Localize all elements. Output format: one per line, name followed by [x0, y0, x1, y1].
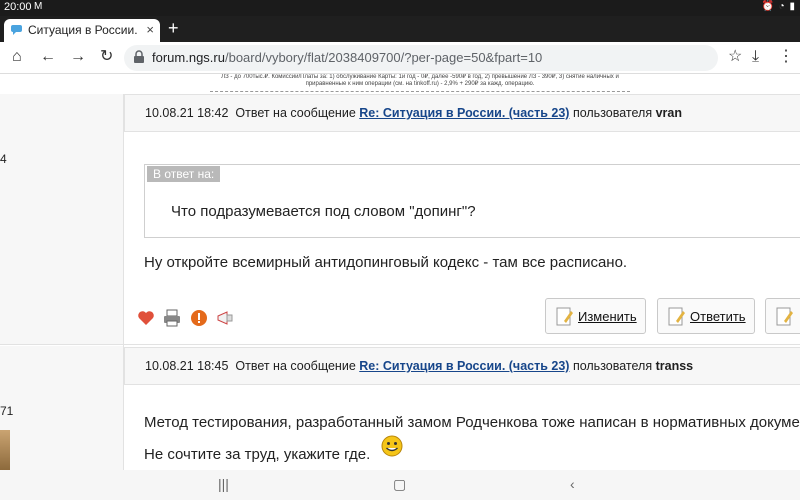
quote-pencil-icon	[776, 307, 793, 326]
quote-label: В ответ на:	[147, 166, 221, 182]
post-action-icons	[136, 308, 237, 330]
back-nav-icon[interactable]: ‹	[570, 476, 575, 492]
lock-icon	[134, 50, 144, 63]
status-icons: ⏰ ◔ ▮	[761, 1, 796, 12]
menu-icon[interactable]: ⋮	[778, 48, 794, 66]
reply-prefix: Ответ на сообщение	[235, 359, 356, 373]
quote-reply-button[interactable]	[765, 298, 800, 334]
close-tab-icon[interactable]: ×	[146, 22, 154, 37]
like-heart-icon[interactable]	[136, 308, 156, 328]
print-icon[interactable]	[162, 308, 182, 328]
thread-link[interactable]: Re: Ситуация в России. (часть 23)	[359, 359, 569, 373]
url-host: forum.ngs.ru	[152, 50, 225, 65]
forward-icon[interactable]: →	[70, 48, 86, 66]
reply-button-label: Ответить	[690, 309, 746, 324]
post-date: 10.08.21 18:45	[145, 359, 229, 373]
new-tab-button[interactable]: +	[168, 18, 179, 39]
user-prefix: пользователя	[572, 359, 653, 373]
url-text: forum.ngs.ru/board/vybory/flat/203840970…	[152, 50, 542, 65]
home-nav-icon[interactable]: ▢	[393, 476, 406, 493]
tab-strip: Ситуация в России. ( × +	[0, 16, 800, 42]
gmail-icon: M	[34, 1, 43, 12]
recent-apps-icon[interactable]: |||	[218, 476, 229, 492]
post-meta: 10.08.21 18:45 Ответ на сообщение Re: Си…	[145, 359, 693, 373]
post-body-line1: Метод тестирования, разработанный замом …	[144, 414, 800, 431]
user-prefix: пользователя	[572, 106, 653, 120]
ad-banner-text: ЛЗ - до 700тыс.₽. Комиссии/Платы за: 1) …	[210, 74, 630, 92]
reply-prefix: Ответ на сообщение	[235, 106, 356, 120]
post-separator	[0, 344, 800, 345]
back-icon[interactable]: ←	[40, 48, 56, 66]
home-icon[interactable]: ⌂	[12, 48, 22, 66]
post-body: Ну откройте всемирный антидопинговый код…	[144, 254, 628, 271]
page-content: ЛЗ - до 700тыс.₽. Комиссии/Платы за: 1) …	[0, 74, 800, 470]
author-post-count: 4	[0, 152, 7, 166]
username[interactable]: transs	[656, 359, 694, 373]
username[interactable]: vran	[656, 106, 682, 120]
reply-button[interactable]: Ответить	[657, 298, 755, 334]
edit-button[interactable]: Изменить	[545, 298, 646, 334]
post-body-line2: Не сочтите за труд, укажите где.	[144, 446, 371, 463]
edit-button-label: Изменить	[578, 309, 637, 324]
edit-pencil-icon	[556, 307, 573, 326]
tab-forum[interactable]: Ситуация в России. ( ×	[4, 19, 160, 42]
megaphone-icon[interactable]	[215, 308, 235, 328]
bookmark-star-icon[interactable]: ☆	[728, 48, 742, 66]
report-warning-icon[interactable]	[189, 308, 209, 328]
quote-block: В ответ на: Что подразумевается под слов…	[144, 164, 800, 238]
forum-favicon-icon	[11, 25, 22, 35]
thread-link[interactable]: Re: Ситуация в России. (часть 23)	[359, 106, 569, 120]
browser-toolbar: ⌂ ← → ↻ forum.ngs.ru/board/vybory/flat/2…	[0, 42, 800, 74]
status-time: 20:00	[4, 1, 32, 13]
quote-text: Что подразумевается под словом "допинг"?	[171, 203, 476, 220]
column-divider	[123, 94, 124, 470]
post-header: 10.08.21 18:45 Ответ на сообщение Re: Си…	[124, 347, 800, 385]
smiley-emoticon-icon	[381, 435, 403, 457]
post-date: 10.08.21 18:42	[145, 106, 229, 120]
system-nav-bar: ||| ▢ ‹	[0, 470, 800, 500]
author-post-count: 71	[0, 404, 14, 418]
address-bar[interactable]: forum.ngs.ru/board/vybory/flat/203840970…	[124, 45, 718, 71]
post-header: 10.08.21 18:42 Ответ на сообщение Re: Си…	[124, 94, 800, 132]
tab-title: Ситуация в России. (	[28, 23, 138, 37]
post-meta: 10.08.21 18:42 Ответ на сообщение Re: Си…	[145, 106, 682, 120]
post-author-column	[0, 346, 124, 470]
download-icon[interactable]: ⤓	[752, 48, 759, 66]
url-path: /board/vybory/flat/2038409700/?per-page=…	[224, 50, 543, 65]
status-bar: 20:00 M ⏰ ◔ ▮	[0, 0, 800, 16]
post-author-column	[0, 94, 124, 344]
avatar	[0, 430, 10, 470]
reply-pencil-icon	[668, 307, 685, 326]
reload-icon[interactable]: ↻	[100, 48, 113, 66]
